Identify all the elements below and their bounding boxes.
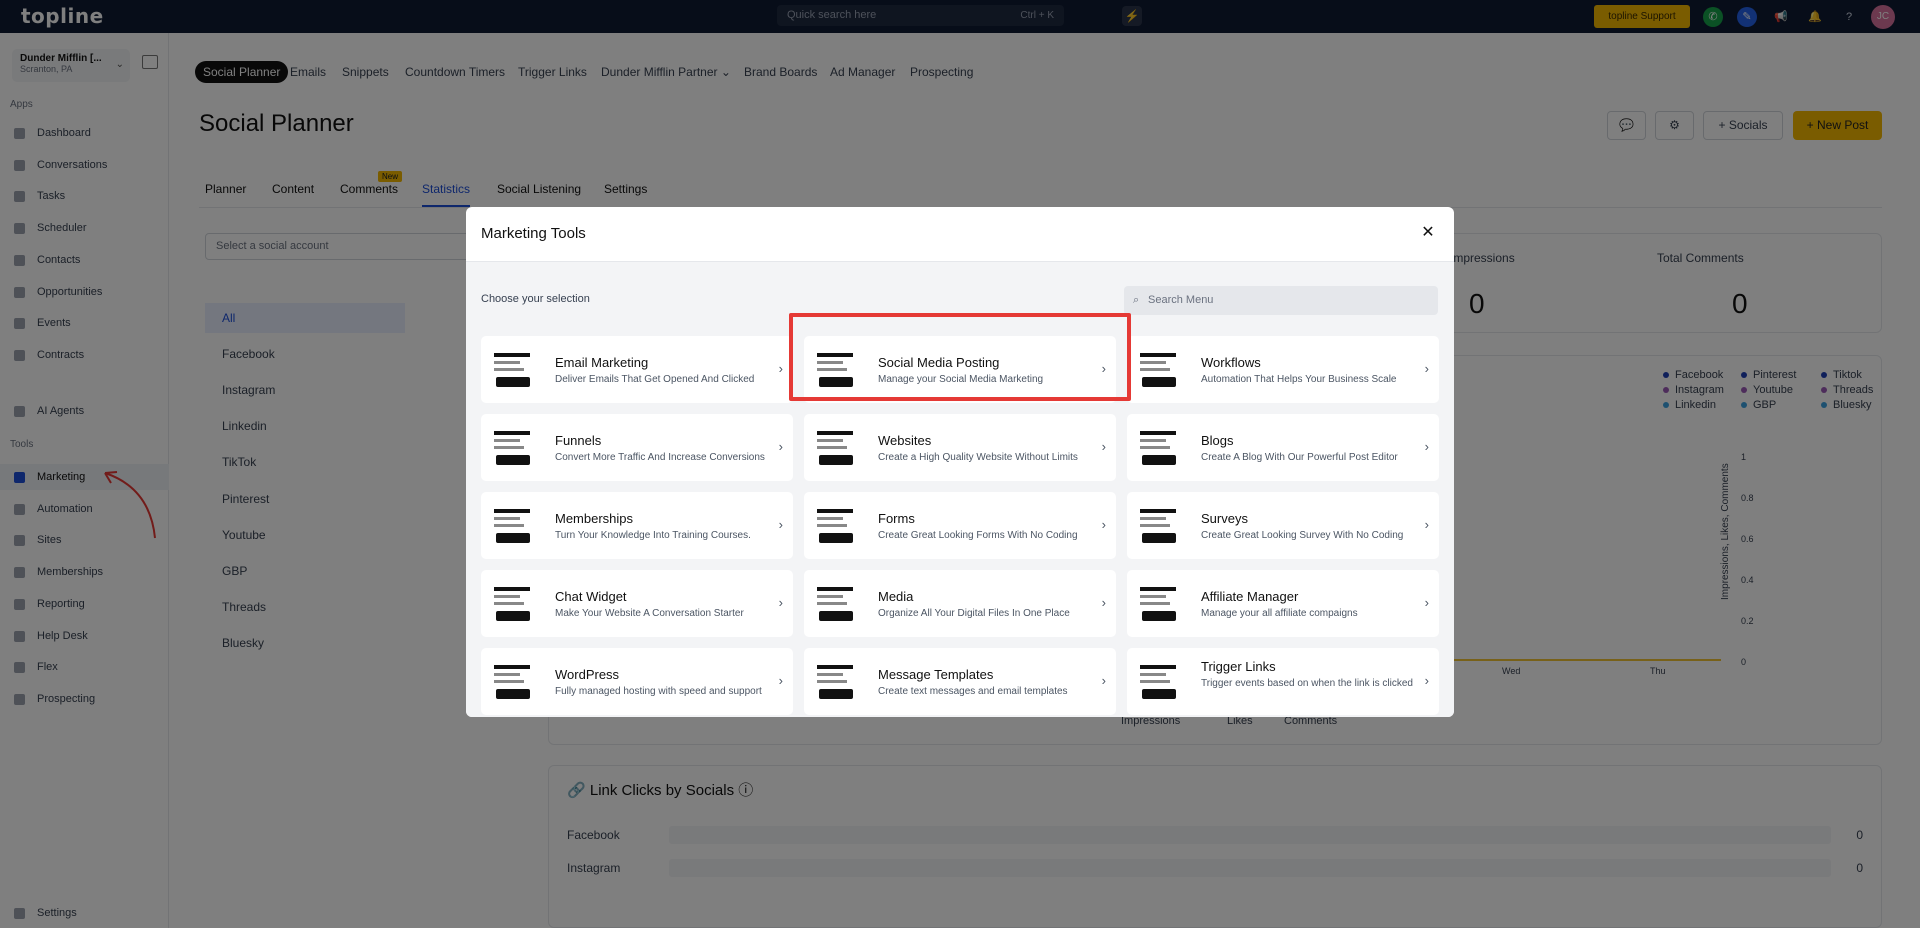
highlight-box (789, 313, 1131, 401)
tool-card-workflows[interactable]: Workflows Automation That Helps Your Busi… (1127, 336, 1439, 403)
tool-card-surveys[interactable]: Surveys Create Great Looking Survey With … (1127, 492, 1439, 559)
tool-name: Funnels (555, 433, 602, 448)
tool-description: Create Great Looking Survey With No Codi… (1201, 530, 1404, 541)
chevron-right-icon: › (1424, 439, 1429, 454)
memberships-icon (492, 503, 536, 549)
search-menu-placeholder: Search Menu (1148, 294, 1214, 306)
tool-card-websites[interactable]: Websites Create a High Quality Website Wi… (804, 414, 1116, 481)
chevron-right-icon: › (1424, 517, 1429, 532)
chevron-right-icon: › (778, 673, 783, 688)
chevron-right-icon: › (778, 439, 783, 454)
chevron-right-icon: › (1424, 595, 1429, 610)
chevron-right-icon: › (1101, 595, 1106, 610)
tool-name: Forms (878, 511, 915, 526)
chevron-right-icon: › (1424, 361, 1429, 376)
tool-card-blogs[interactable]: Blogs Create A Blog With Our Powerful Pos… (1127, 414, 1439, 481)
tool-description: Create Great Looking Forms With No Codin… (878, 530, 1078, 541)
tool-description: Deliver Emails That Get Opened And Click… (555, 374, 755, 385)
tool-description: Turn Your Knowledge Into Training Course… (555, 530, 751, 541)
choose-label: Choose your selection (481, 293, 590, 305)
tool-card-email-marketing[interactable]: Email Marketing Deliver Emails That Get O… (481, 336, 793, 403)
chevron-right-icon: › (1424, 673, 1429, 688)
forms-icon (815, 503, 859, 549)
tool-name: Media (878, 589, 914, 604)
tool-card-media[interactable]: Media Organize All Your Digital Files In … (804, 570, 1116, 637)
chevron-right-icon: › (778, 517, 783, 532)
tool-description: Create a High Quality Website Without Li… (878, 452, 1078, 463)
modal-header: Marketing Tools ✕ (466, 207, 1454, 262)
websites-icon (815, 425, 859, 471)
tool-description: Manage your all affiliate compaigns (1201, 608, 1358, 619)
search-menu-input[interactable]: ⌕ Search Menu (1124, 286, 1438, 315)
tool-description: Create text messages and email templates (878, 686, 1068, 697)
chevron-right-icon: › (1101, 439, 1106, 454)
search-icon: ⌕ (1133, 294, 1140, 306)
chevron-right-icon: › (1101, 673, 1106, 688)
tool-name: Message Templates (878, 667, 994, 682)
tool-description: Automation That Helps Your Business Scal… (1201, 374, 1397, 385)
tool-name: Workflows (1201, 355, 1261, 370)
email-marketing-icon (492, 347, 536, 393)
tool-card-wordpress[interactable]: WordPress Fully managed hosting with spee… (481, 648, 793, 715)
tool-card-funnels[interactable]: Funnels Convert More Traffic And Increase… (481, 414, 793, 481)
blogs-icon (1138, 425, 1182, 471)
tool-name: Blogs (1201, 433, 1234, 448)
media-icon (815, 581, 859, 627)
tool-description: Convert More Traffic And Increase Conver… (555, 452, 765, 463)
tool-description: Fully managed hosting with speed and sup… (555, 686, 762, 697)
chevron-right-icon: › (1101, 517, 1106, 532)
marketing-tools-modal: Marketing Tools ✕ Choose your selection … (466, 207, 1454, 717)
chat-widget-icon (492, 581, 536, 627)
wordpress-icon (492, 659, 536, 705)
tool-description: Create A Blog With Our Powerful Post Edi… (1201, 452, 1398, 463)
affiliate-icon (1138, 581, 1182, 627)
tool-name: Surveys (1201, 511, 1248, 526)
tool-card-message-templates[interactable]: Message Templates Create text messages an… (804, 648, 1116, 715)
tool-description: Trigger events based on when the link is… (1201, 678, 1413, 689)
surveys-icon (1138, 503, 1182, 549)
chevron-right-icon: › (778, 595, 783, 610)
tool-card-memberships[interactable]: Memberships Turn Your Knowledge Into Trai… (481, 492, 793, 559)
workflows-icon (1138, 347, 1182, 393)
tool-name: Trigger Links (1201, 659, 1276, 674)
modal-title: Marketing Tools (481, 225, 586, 242)
tool-card-forms[interactable]: Forms Create Great Looking Forms With No … (804, 492, 1116, 559)
tool-name: Memberships (555, 511, 634, 526)
close-icon[interactable]: ✕ (1419, 224, 1437, 242)
tool-card-chat-widget[interactable]: Chat Widget Make Your Website A Conversat… (481, 570, 793, 637)
funnels-icon (492, 425, 536, 471)
tool-name: Affiliate Manager (1201, 589, 1299, 604)
tool-name: Chat Widget (555, 589, 627, 604)
tool-name: Websites (878, 433, 932, 448)
tool-card-affiliate-manager[interactable]: Affiliate Manager Manage your all affilia… (1127, 570, 1439, 637)
tool-name: WordPress (555, 667, 620, 682)
tool-card-trigger-links[interactable]: Trigger Links Trigger events based on whe… (1127, 648, 1439, 715)
tool-description: Make Your Website A Conversation Starter (555, 608, 744, 619)
tool-description: Organize All Your Digital Files In One P… (878, 608, 1070, 619)
trigger-links-icon (1138, 659, 1182, 705)
chevron-right-icon: › (778, 361, 783, 376)
tool-name: Email Marketing (555, 355, 649, 370)
message-templates-icon (815, 659, 859, 705)
